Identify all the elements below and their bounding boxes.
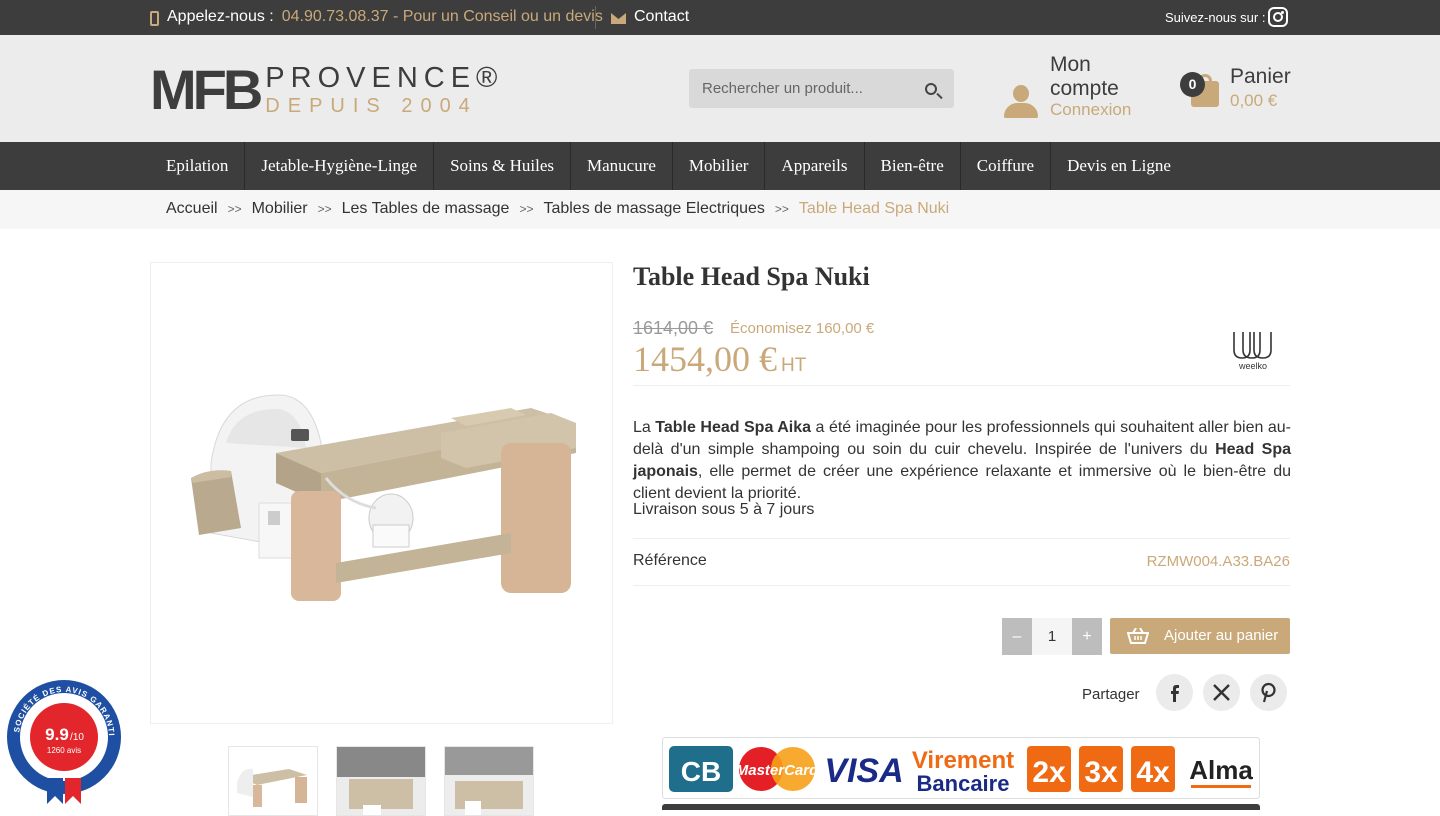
header: MFB PROVENCE® DEPUIS 2004 Mon compte Con… [0,35,1440,142]
desc-highlight: Table Head Spa Aika [655,419,812,436]
top-separator [595,6,596,29]
savings-label: Économisez 160,00 € [730,320,875,337]
breadcrumb-separator: >> [227,202,242,216]
breadcrumb-separator: >> [519,202,534,216]
breadcrumb: Accueil >> Mobilier >> Les Tables de mas… [0,190,1440,229]
nav-item-jetable[interactable]: Jetable-Hygiène-Linge [245,142,435,190]
reference-label: Référence [633,552,707,569]
price-suffix: HT [781,355,807,376]
logo-mark: MFB [150,57,263,121]
search-box [689,69,954,108]
add-to-cart-button[interactable]: Ajouter au panier [1110,618,1290,654]
share-label: Partager [1082,686,1140,703]
cart-link[interactable]: 0 Panier 0,00 € [1180,65,1292,115]
pinterest-icon[interactable] [1250,674,1287,711]
breadcrumb-current: Table Head Spa Nuki [798,200,950,217]
quantity-stepper: – 1 + [1002,618,1102,655]
contact-label: Contact [634,8,690,25]
nav-item-soins[interactable]: Soins & Huiles [434,142,571,190]
nav-item-epilation[interactable]: Epilation [150,142,246,190]
breadcrumb-separator: >> [317,202,332,216]
phone-icon [150,11,159,26]
increment-button[interactable]: + [1072,618,1102,655]
instagram-icon[interactable] [1268,7,1288,27]
product-description: La Table Head Spa Aika a été imaginée po… [633,419,1292,502]
old-price: 1614,00 € [633,318,714,338]
account-title: Mon compte [1050,53,1119,100]
pay-3x: 3x [1084,756,1118,789]
alma-logo: Alma [1189,755,1253,785]
basket-icon [1127,628,1149,644]
reviews-badge[interactable]: 9.9 /10 1260 avis SOCIÉTÉ DES AVIS GARAN… [2,671,123,804]
breadcrumb-electriques[interactable]: Tables de massage Electriques [543,200,764,218]
thumbnail[interactable] [336,746,426,816]
payment-bar [662,804,1260,810]
pay-4x: 4x [1136,756,1170,789]
nav-item-coiffure[interactable]: Coiffure [961,142,1052,190]
review-score: 9.9 [45,725,69,744]
x-twitter-icon[interactable] [1203,674,1240,711]
divider [633,385,1290,386]
thumbnail-strip [228,746,534,816]
decrement-button[interactable]: – [1002,618,1032,655]
nav-item-manucure[interactable]: Manucure [571,142,673,190]
phone-number[interactable]: 04.90.73.08.37 - Pour un Conseil ou un d… [282,8,603,26]
cb-logo: CB [681,756,721,787]
payment-methods: CB MasterCard VISA Virement Bancaire 2x … [662,737,1260,799]
add-to-cart-label: Ajouter au panier [1164,627,1279,644]
logo-line2: DEPUIS 2004 [265,94,478,117]
phone-info: Appelez-nous : 04.90.73.08.37 - Pour un … [150,8,603,26]
breadcrumb-home[interactable]: Accueil [166,200,218,218]
breadcrumb-tables[interactable]: Les Tables de massage [342,200,510,218]
contact-link[interactable]: Contact [611,8,689,26]
nav-item-devis[interactable]: Devis en Ligne [1051,142,1187,190]
price-value: 1454,00 € [633,339,777,379]
bancaire-logo: Bancaire [917,771,1010,796]
quantity-input[interactable]: 1 [1032,618,1072,655]
brand-name: weelko [1238,361,1267,371]
review-scale: /10 [70,732,84,743]
envelope-icon [611,13,626,24]
review-count: 1260 avis [47,746,81,755]
nav-item-appareils[interactable]: Appareils [765,142,865,190]
logo-line1: PROVENCE® [265,61,504,94]
search-icon[interactable] [925,83,937,95]
top-bar: Appelez-nous : 04.90.73.08.37 - Pour un … [0,0,1440,35]
facebook-icon[interactable] [1156,674,1193,711]
cart-amount: 0,00 € [1230,91,1278,110]
account-link[interactable]: Mon compte Connexion [1003,52,1153,124]
cart-title: Panier [1230,65,1291,88]
cart-count-badge: 0 [1180,72,1205,97]
mastercard-logo: MasterCard [736,762,819,779]
thumbnail[interactable] [444,746,534,816]
search-input[interactable] [689,69,914,108]
main-nav: Epilation Jetable-Hygiène-Linge Soins & … [0,142,1440,190]
site-logo[interactable]: MFB PROVENCE® DEPUIS 2004 [150,57,504,121]
nav-item-mobilier[interactable]: Mobilier [673,142,766,190]
phone-label: Appelez-nous : [167,8,274,25]
divider [633,585,1290,586]
breadcrumb-mobilier[interactable]: Mobilier [252,200,308,218]
visa-logo: VISA [824,752,903,790]
brand-logo[interactable]: weelko [1230,328,1276,372]
product-main-image[interactable] [150,262,613,724]
divider [633,538,1290,539]
virement-logo: Virement [912,747,1014,774]
logo-text: PROVENCE® DEPUIS 2004 [265,61,504,117]
reference-value: RZMW004.A33.BA26 [1146,553,1290,570]
breadcrumb-separator: >> [774,202,789,216]
nav-item-bien-etre[interactable]: Bien-être [865,142,961,190]
login-link[interactable]: Connexion [1050,100,1131,120]
follow-label: Suivez-nous sur : [1165,10,1266,25]
pay-2x: 2x [1032,756,1066,789]
product-title: Table Head Spa Nuki [633,262,870,291]
current-price: 1454,00 € HT [633,338,806,380]
thumbnail[interactable] [228,746,318,816]
delivery-info: Livraison sous 5 à 7 jours [633,501,815,518]
user-icon [1003,85,1039,119]
